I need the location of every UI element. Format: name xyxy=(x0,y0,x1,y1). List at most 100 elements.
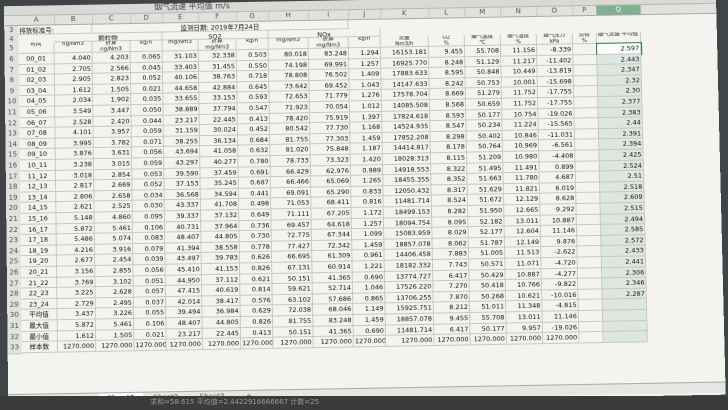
data-cell[interactable] xyxy=(576,224,602,237)
data-cell[interactable]: 11.156 xyxy=(500,44,538,57)
data-cell[interactable]: 77.730 xyxy=(310,122,351,134)
data-cell[interactable]: 1.409 xyxy=(349,68,382,81)
data-cell[interactable]: 8.628 xyxy=(540,193,577,205)
data-cell[interactable] xyxy=(578,289,603,301)
data-cell[interactable]: 19_20 xyxy=(20,255,58,268)
data-cell[interactable]: 0.814 xyxy=(240,284,273,296)
data-cell[interactable]: 44.805 xyxy=(202,317,241,329)
speed-cell[interactable]: 2.44 xyxy=(598,117,643,129)
speed-cell[interactable]: 2.51 xyxy=(599,170,645,183)
data-cell[interactable]: 13774.727 xyxy=(384,270,434,283)
data-cell[interactable]: 0.649 xyxy=(239,209,272,221)
speed-cell[interactable] xyxy=(602,309,648,322)
data-cell[interactable]: 1.099 xyxy=(351,228,385,241)
data-cell[interactable]: 68.411 xyxy=(311,197,352,209)
data-cell[interactable]: 9.455 xyxy=(433,312,471,325)
speed-cell[interactable]: 2.383 xyxy=(598,106,643,119)
data-cell[interactable]: 2.677 xyxy=(56,255,96,267)
data-cell[interactable]: 41.365 xyxy=(313,325,354,338)
data-cell[interactable]: 11.752 xyxy=(502,98,539,110)
data-cell[interactable]: 13706.255 xyxy=(385,292,434,304)
data-cell[interactable]: 72.342 xyxy=(311,240,353,252)
data-cell[interactable]: 0.059 xyxy=(132,157,165,170)
speed-cell[interactable]: 2.377 xyxy=(598,96,643,108)
data-cell[interactable]: 0.645 xyxy=(237,81,270,93)
data-cell[interactable]: 0.778 xyxy=(239,241,272,253)
data-cell[interactable]: 51.663 xyxy=(467,173,504,185)
data-cell[interactable]: 5.486 xyxy=(56,233,95,246)
data-cell[interactable]: 13.011 xyxy=(506,311,543,324)
data-cell[interactable]: 1270.000 xyxy=(470,333,507,346)
data-cell[interactable]: 2.628 xyxy=(95,286,134,299)
data-cell[interactable]: 2.420 xyxy=(93,115,132,128)
column-header-c[interactable]: C xyxy=(92,13,132,24)
data-cell[interactable]: 5.074 xyxy=(94,233,134,245)
data-cell[interactable] xyxy=(573,75,598,87)
data-cell[interactable]: 43.337 xyxy=(164,199,201,212)
data-cell[interactable]: 51.787 xyxy=(468,237,506,249)
data-cell[interactable]: 31.159 xyxy=(163,125,200,137)
data-cell[interactable]: 17_18 xyxy=(20,234,57,246)
data-cell[interactable]: 0.034 xyxy=(132,189,165,202)
data-cell[interactable]: 0.050 xyxy=(131,104,164,116)
data-cell[interactable]: 41.394 xyxy=(165,242,202,255)
data-cell[interactable]: 5.872 xyxy=(56,223,95,235)
speed-cell[interactable]: 2.585 xyxy=(600,224,646,236)
speed-cell[interactable] xyxy=(602,299,648,311)
speed-cell[interactable]: 2.394 xyxy=(599,138,644,151)
data-cell[interactable]: 01_02 xyxy=(18,63,55,76)
data-cell[interactable]: 0.826 xyxy=(239,262,273,275)
data-cell[interactable]: 50.429 xyxy=(469,269,506,281)
data-cell[interactable]: 23.217 xyxy=(166,328,203,340)
data-cell[interactable]: 50.848 xyxy=(465,66,502,79)
data-cell[interactable] xyxy=(577,235,602,247)
data-cell[interactable]: 样本数 xyxy=(21,341,59,354)
data-cell[interactable]: 2.566 xyxy=(92,62,131,74)
data-cell[interactable] xyxy=(573,54,598,66)
data-cell[interactable]: 9.876 xyxy=(540,236,578,248)
data-cell[interactable]: 03_04 xyxy=(18,85,56,97)
data-cell[interactable]: 51.209 xyxy=(466,151,504,164)
data-cell[interactable]: 11.780 xyxy=(503,172,540,184)
data-cell[interactable]: 1.257 xyxy=(351,218,385,230)
data-cell[interactable] xyxy=(573,65,598,77)
speed-cell[interactable]: 2.443 xyxy=(597,53,642,66)
data-cell[interactable]: 2.495 xyxy=(95,297,134,309)
speed-cell[interactable]: 2.518 xyxy=(600,181,645,193)
data-cell[interactable]: 2.669 xyxy=(94,179,133,192)
row-header[interactable]: 33 xyxy=(7,342,22,355)
data-cell[interactable]: 10.001 xyxy=(501,76,538,89)
data-cell[interactable]: 31.455 xyxy=(198,60,238,73)
data-cell[interactable]: 43.297 xyxy=(164,157,201,169)
data-cell[interactable]: 00_01 xyxy=(18,53,55,65)
column-header-h[interactable]: H xyxy=(268,10,310,21)
data-cell[interactable]: 1270.000 xyxy=(273,337,314,349)
data-cell[interactable]: 0.045 xyxy=(130,62,163,74)
data-cell[interactable]: 5.461 xyxy=(94,222,133,234)
data-cell[interactable]: 0.021 xyxy=(134,329,167,341)
data-cell[interactable]: 10.887 xyxy=(505,268,542,281)
data-cell[interactable]: 0.632 xyxy=(238,145,271,157)
data-cell[interactable]: 75.848 xyxy=(310,143,351,156)
data-cell[interactable]: 3.631 xyxy=(93,147,133,160)
data-cell[interactable]: 4.040 xyxy=(54,52,93,64)
data-cell[interactable]: 1.276 xyxy=(349,90,382,102)
data-cell[interactable]: 0.690 xyxy=(352,271,386,283)
data-cell[interactable]: 0.503 xyxy=(236,49,269,61)
speed-cell[interactable]: 2.597 xyxy=(595,42,643,56)
data-cell[interactable]: 0.780 xyxy=(238,156,271,168)
data-cell[interactable]: 8.248 xyxy=(429,56,466,69)
data-cell[interactable]: 0.550 xyxy=(236,60,270,72)
data-cell[interactable]: 11.348 xyxy=(506,300,543,313)
column-header-n[interactable]: N xyxy=(500,6,538,17)
data-cell[interactable]: 8.595 xyxy=(429,67,466,79)
data-cell[interactable] xyxy=(575,160,600,173)
data-cell[interactable]: 8.178 xyxy=(430,141,467,154)
data-cell[interactable]: 66.695 xyxy=(271,251,313,263)
data-cell[interactable]: 18499.153 xyxy=(383,206,433,219)
data-cell[interactable]: 36.568 xyxy=(164,189,201,201)
data-cell[interactable]: 3.995 xyxy=(55,137,94,150)
data-cell[interactable]: 1.612 xyxy=(54,84,94,96)
data-cell[interactable]: 3.876 xyxy=(55,148,94,160)
data-cell[interactable]: 62.976 xyxy=(310,165,352,177)
